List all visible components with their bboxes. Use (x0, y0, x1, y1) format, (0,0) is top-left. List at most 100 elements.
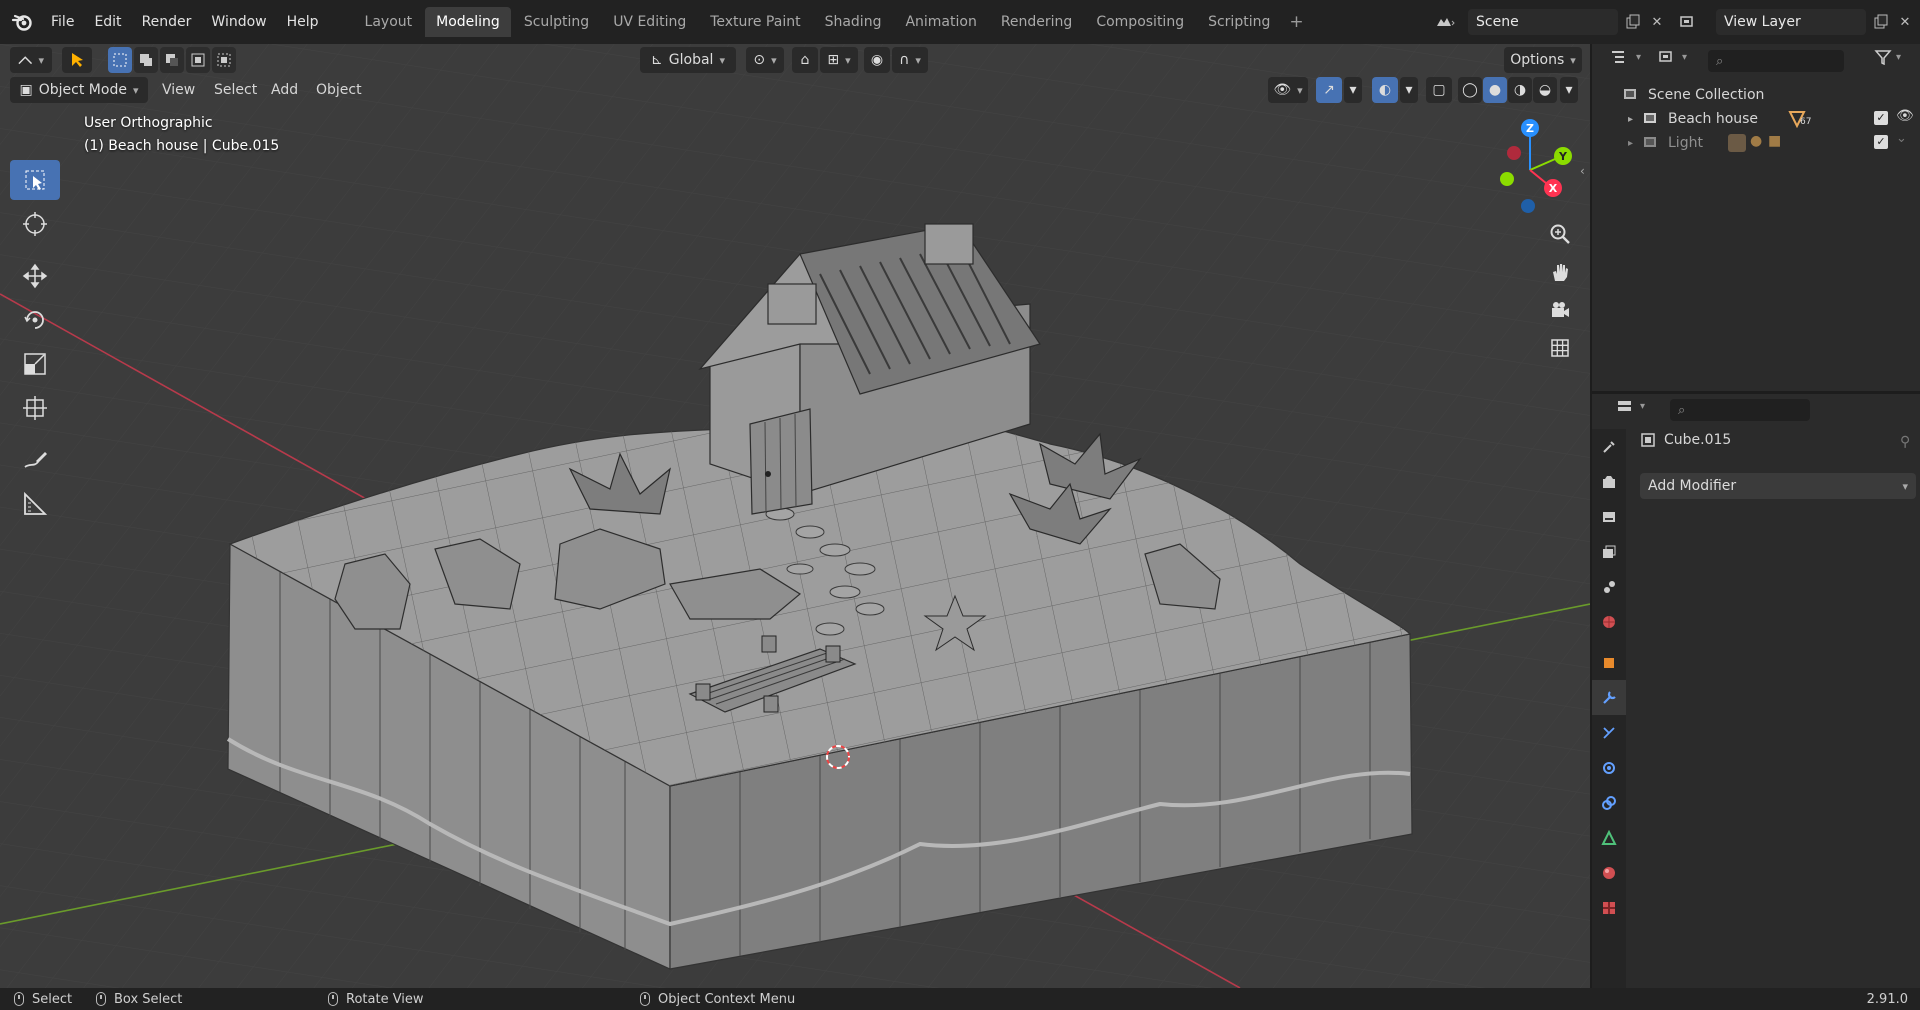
move-tool-icon[interactable] (10, 256, 60, 296)
new-view-layer-icon[interactable] (1868, 9, 1894, 35)
tab-rendering[interactable]: Rendering (990, 7, 1084, 37)
modifier-icon[interactable] (1592, 680, 1626, 715)
add-modifier-dropdown[interactable]: Add Modifier (1640, 473, 1916, 499)
add-menu[interactable]: Add (271, 82, 298, 98)
scene-icon[interactable] (1592, 569, 1626, 604)
output-icon[interactable] (1592, 499, 1626, 534)
proportional-falloff-dropdown[interactable]: ∩ (892, 47, 928, 73)
annotate-tool-icon[interactable] (10, 440, 60, 480)
new-scene-icon[interactable] (1620, 9, 1646, 35)
properties-search-input[interactable]: ⌕ (1670, 399, 1810, 421)
select-invert-icon[interactable] (186, 47, 210, 73)
pivot-point-dropdown[interactable]: ⊙ (746, 47, 784, 73)
select-extend-icon[interactable] (134, 47, 158, 73)
texture-icon[interactable] (1592, 890, 1626, 925)
scene-collection-row[interactable]: Scene Collection (1592, 83, 1920, 107)
solid-shading-icon[interactable]: ● (1483, 77, 1507, 103)
transform-tool-icon[interactable] (10, 388, 60, 428)
neg-x-axis-ball[interactable] (1507, 146, 1521, 160)
properties-editor-type-button[interactable]: ▾ (1616, 398, 1645, 414)
gizmo-toggle-icon[interactable]: ↗ (1316, 77, 1342, 103)
tab-scripting[interactable]: Scripting (1197, 7, 1281, 37)
tool-icon[interactable] (1592, 429, 1626, 464)
editor-type-button[interactable] (10, 47, 52, 73)
menu-window[interactable]: Window (202, 10, 275, 34)
zoom-icon[interactable] (1542, 216, 1578, 252)
tab-modeling[interactable]: Modeling (425, 7, 511, 37)
cursor-tool-icon[interactable] (10, 204, 60, 244)
scene-name-field[interactable]: Scene (1468, 9, 1618, 35)
render-icon[interactable] (1592, 464, 1626, 499)
object-menu[interactable]: Object (316, 82, 362, 98)
expand-arrow-icon[interactable]: ▸ (1628, 114, 1633, 125)
rendered-shading-icon[interactable]: ◒ (1533, 77, 1557, 103)
tab-animation[interactable]: Animation (894, 7, 987, 37)
constraints-icon[interactable] (1592, 785, 1626, 820)
menu-edit[interactable]: Edit (85, 10, 130, 34)
xray-toggle-icon[interactable]: ▢ (1426, 77, 1452, 103)
physics-icon[interactable] (1592, 750, 1626, 785)
pan-hand-icon[interactable] (1542, 254, 1578, 290)
tab-layout[interactable]: Layout (354, 7, 424, 37)
select-new-icon[interactable] (108, 47, 132, 73)
options-dropdown[interactable]: Options (1504, 47, 1582, 73)
overlays-toggle-icon[interactable]: ◐ (1372, 77, 1398, 103)
data-icon[interactable] (1592, 820, 1626, 855)
menu-render[interactable]: Render (133, 10, 201, 34)
visibility-eye-icon[interactable]: 👁 (1896, 108, 1914, 124)
select-box-tool-icon[interactable] (10, 160, 60, 200)
transform-orientation-dropdown[interactable]: ⊾ Global (640, 47, 736, 73)
tab-texture-paint[interactable]: Texture Paint (699, 7, 811, 37)
shading-dropdown-icon[interactable]: ▾ (1560, 77, 1578, 103)
display-mode-button[interactable]: ▾ (1658, 49, 1687, 65)
snap-target-dropdown[interactable]: ⊞ (820, 47, 858, 73)
select-menu[interactable]: Select (214, 82, 257, 98)
outliner-search-input[interactable]: ⌕ (1708, 50, 1844, 72)
proportional-editing-icon[interactable]: ◉ (864, 47, 890, 73)
add-workspace-button[interactable]: + (1281, 8, 1311, 36)
exclude-checkbox[interactable]: ✓ (1874, 111, 1888, 125)
delete-view-layer-icon[interactable]: ✕ (1892, 9, 1918, 35)
tab-shading[interactable]: Shading (814, 7, 893, 37)
particles-icon[interactable] (1592, 715, 1626, 750)
neg-z-axis-ball[interactable] (1521, 199, 1535, 213)
material-icon[interactable] (1592, 855, 1626, 890)
gizmo-dropdown-icon[interactable]: ▾ (1344, 77, 1362, 103)
delete-scene-icon[interactable]: ✕ (1644, 9, 1670, 35)
tab-uv-editing[interactable]: UV Editing (602, 7, 697, 37)
orthographic-grid-icon[interactable] (1542, 330, 1578, 366)
outliner-editor-type-button[interactable]: ▾ (1610, 49, 1641, 65)
outliner-item-light[interactable]: ▸ Light ● ■ ✓ ⌄ (1592, 131, 1920, 155)
scene-selector-icon[interactable] (1432, 9, 1458, 35)
object-icon[interactable] (1592, 645, 1626, 680)
navigation-gizmo[interactable]: Z Y X (1470, 110, 1590, 230)
view-menu[interactable]: View (162, 82, 195, 98)
tab-compositing[interactable]: Compositing (1085, 7, 1195, 37)
filter-button[interactable]: ▾ (1874, 49, 1901, 65)
tab-sculpting[interactable]: Sculpting (513, 7, 600, 37)
view-layer-selector-icon[interactable] (1676, 9, 1702, 35)
visibility-hidden-icon[interactable]: ⌄ (1896, 131, 1907, 146)
overlays-dropdown-icon[interactable]: ▾ (1400, 77, 1418, 103)
measure-tool-icon[interactable] (10, 484, 60, 524)
select-subtract-icon[interactable] (160, 47, 184, 73)
menu-file[interactable]: File (42, 10, 83, 34)
rotate-tool-icon[interactable] (10, 300, 60, 340)
material-preview-icon[interactable]: ◑ (1508, 77, 1532, 103)
world-icon[interactable] (1592, 604, 1626, 639)
outliner-item-beach-house[interactable]: ▸ Beach house 67 ✓ 👁 (1592, 107, 1920, 131)
menu-help[interactable]: Help (278, 10, 328, 34)
3d-viewport[interactable]: ⊾ Global ⊙ ⌂ ⊞ ◉ ∩ Options ▣ Object Mode V… (0, 44, 1590, 988)
neg-y-axis-ball[interactable] (1500, 172, 1514, 186)
wireframe-shading-icon[interactable]: ◯ (1458, 77, 1482, 103)
snap-toggle-icon[interactable]: ⌂ (792, 47, 818, 73)
blender-logo-icon[interactable] (8, 8, 36, 36)
visibility-dropdown[interactable]: 👁 (1268, 77, 1308, 103)
pin-icon[interactable]: ⚲ (1900, 434, 1910, 450)
camera-view-icon[interactable] (1542, 292, 1578, 328)
view-layer-name-field[interactable]: View Layer (1716, 9, 1866, 35)
select-tool-mode-button[interactable] (62, 47, 92, 73)
view-layer-icon[interactable] (1592, 534, 1626, 569)
object-mode-dropdown[interactable]: ▣ Object Mode (10, 77, 148, 103)
exclude-checkbox[interactable]: ✓ (1874, 135, 1888, 149)
